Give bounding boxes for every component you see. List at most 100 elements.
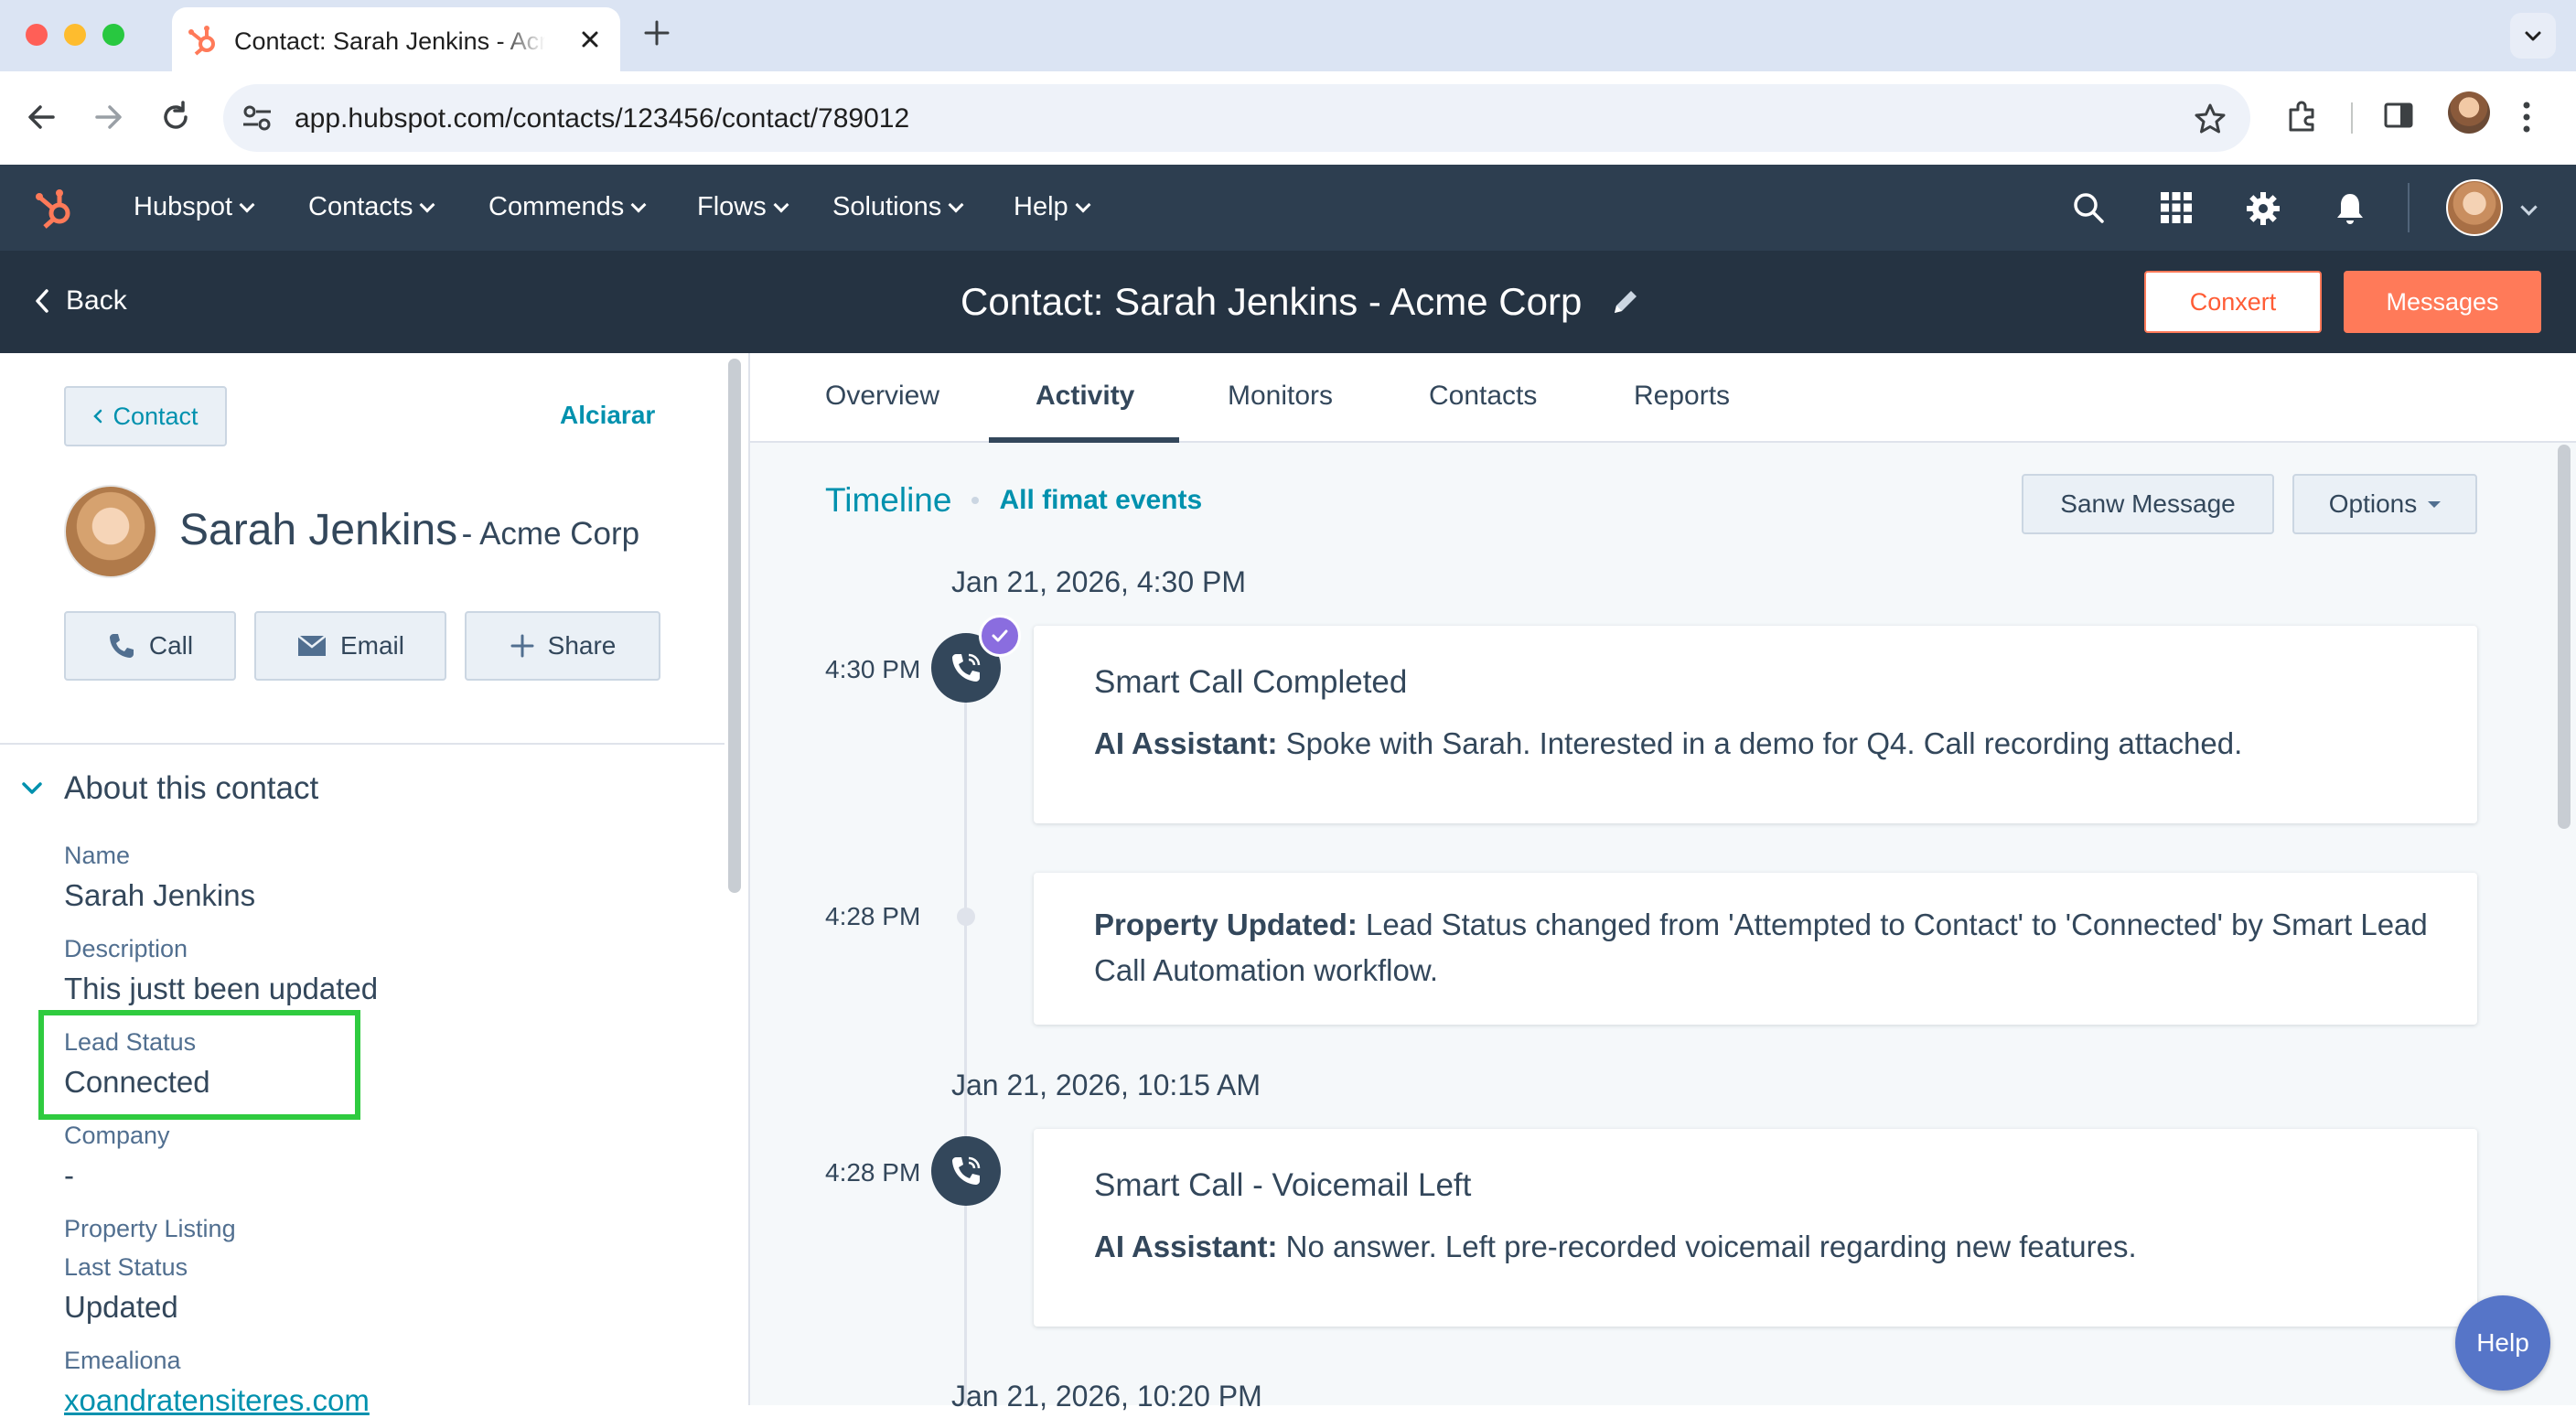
about-section-toggle[interactable]: About this contact [20,770,318,807]
tab-activity[interactable]: Activity [1036,381,1134,412]
nav-help[interactable]: Help [1014,192,1091,222]
property-value-email[interactable]: xoandratensiteres.com [64,1383,370,1418]
record-header: Back Contact: Sarah Jenkins - Acme Corp … [0,251,2576,353]
nav-flows[interactable]: Flows [697,192,789,222]
tab-search-button[interactable] [2510,13,2556,59]
nav-hubspot[interactable]: Hubspot [134,192,255,222]
options-label: Options [2328,489,2418,518]
apps-grid-icon[interactable] [2159,190,2194,225]
side-panel-icon[interactable] [2380,97,2417,134]
chevron-down-icon [1075,197,1091,212]
email-button[interactable]: Email [254,611,446,681]
page-title: Contact: Sarah Jenkins - Acme Corp [961,280,1642,324]
tab-close-icon[interactable] [576,26,604,53]
tab-reports[interactable]: Reports [1634,381,1730,412]
extensions-icon[interactable] [2283,97,2322,135]
notifications-bell-icon[interactable] [2333,190,2367,227]
gear-icon[interactable] [2245,190,2281,227]
chevron-down-icon [773,197,789,212]
tab-monitors[interactable]: Monitors [1228,381,1333,412]
browser-tab[interactable]: Contact: Sarah Jenkins - Acme Corp [172,7,620,71]
contact-name-heading: Sarah Jenkins - Acme Corp [179,505,639,555]
nav-contacts-label: Contacts [308,192,413,221]
event-body: AI Assistant: Spoke with Sarah. Interest… [1094,721,2430,767]
chevron-down-icon [630,197,647,212]
saw-message-button[interactable]: Sanw Message [2022,474,2274,534]
timeline-event-card[interactable]: Property Updated: Lead Status changed fr… [1034,873,2477,1025]
contact-breadcrumb-label: Contact [113,402,199,430]
phone-icon [109,634,134,658]
property-value-company[interactable]: - [64,1158,74,1193]
property-value-name[interactable]: Sarah Jenkins [64,878,255,913]
nav-solutions[interactable]: Solutions [832,192,964,222]
bookmark-star-icon[interactable] [2192,101,2228,137]
property-label-property-listing: Property Listing [64,1215,236,1242]
help-widget-button[interactable]: Help [2455,1295,2550,1391]
browser-back-icon[interactable] [22,97,62,137]
hubspot-logo-icon[interactable] [31,185,79,232]
event-body-prefix: AI Assistant: [1094,726,1278,760]
window-minimize-button[interactable] [64,24,86,46]
site-settings-icon[interactable] [242,104,273,132]
call-button[interactable]: Call [64,611,236,681]
actions-dropdown[interactable]: Alciarar [560,401,655,430]
event-body-prefix: AI Assistant: [1094,1230,1278,1263]
lead-status-highlight [38,1010,360,1120]
options-button[interactable]: Options [2292,474,2477,534]
browser-profile-avatar[interactable] [2448,91,2490,134]
nav-contacts[interactable]: Contacts [308,192,435,222]
share-button[interactable]: Share [465,611,660,681]
timeline-dot [957,908,975,926]
nav-commends[interactable]: Commends [488,192,647,222]
hubspot-top-nav: Hubspot Contacts Commends Flows Solution… [0,165,2576,251]
back-button[interactable]: Back [33,285,127,317]
share-label: Share [547,631,617,660]
toolbar-divider [2351,102,2353,134]
property-label-last-status: Last Status [64,1253,188,1281]
browser-reload-icon[interactable] [156,97,196,137]
plus-icon [510,634,534,658]
search-icon[interactable] [2071,190,2106,225]
timeline-scrollbar[interactable] [2558,445,2571,829]
url-text: app.hubspot.com/contacts/123456/contact/… [295,103,910,134]
property-value-last-status[interactable]: Updated [64,1290,178,1325]
chevron-left-icon [93,409,102,424]
timeline-event-card[interactable]: Smart Call - Voicemail Left AI Assistant… [1034,1129,2477,1327]
timeline-date-group: Jan 21, 2026, 10:20 PM [951,1380,1262,1413]
timeline-filter-link[interactable]: All fimat events [999,485,1202,516]
user-avatar[interactable] [2446,179,2503,236]
window-zoom-button[interactable] [102,24,124,46]
pencil-edit-icon[interactable] [1609,285,1642,318]
chevron-down-icon [239,197,255,212]
timeline-event-card[interactable]: Smart Call Completed AI Assistant: Spoke… [1034,626,2477,823]
event-title: Smart Call - Voicemail Left [1094,1167,1472,1203]
window-close-button[interactable] [26,24,48,46]
nav-help-label: Help [1014,192,1068,221]
page-title-text: Contact: Sarah Jenkins - Acme Corp [961,280,1583,323]
convert-button[interactable]: Conxert [2144,271,2322,333]
browser-forward-icon[interactable] [88,97,128,137]
browser-menu-icon[interactable] [2521,99,2532,135]
contact-breadcrumb-button[interactable]: Contact [64,386,227,446]
property-label-company: Company [64,1122,170,1149]
address-bar[interactable]: app.hubspot.com/contacts/123456/contact/… [223,84,2250,152]
tab-contacts[interactable]: Contacts [1429,381,1537,412]
property-value-description[interactable]: This justt been updated [64,972,378,1006]
contact-sidebar: Contact Alciarar Sarah Jenkins - Acme Co… [0,353,724,1417]
chevron-down-icon[interactable] [2520,199,2538,216]
nav-hubspot-label: Hubspot [134,192,233,221]
chevron-down-icon [948,197,964,212]
property-label-name: Name [64,842,131,869]
envelope-icon [297,635,327,656]
sidebar-scrollbar[interactable] [728,359,741,893]
timeline-date-group: Jan 21, 2026, 4:30 PM [951,565,1246,598]
call-event-icon [931,1136,1001,1206]
phone-call-icon [952,653,981,682]
check-badge-icon [979,615,1021,657]
new-tab-icon[interactable] [640,16,673,49]
tab-overview[interactable]: Overview [825,381,939,412]
record-tabs: Overview Activity Monitors Contacts Repo… [750,353,2576,443]
event-body: AI Assistant: No answer. Left pre-record… [1094,1224,2430,1270]
messages-button[interactable]: Messages [2344,271,2541,333]
event-time: 4:28 PM [825,1158,921,1187]
